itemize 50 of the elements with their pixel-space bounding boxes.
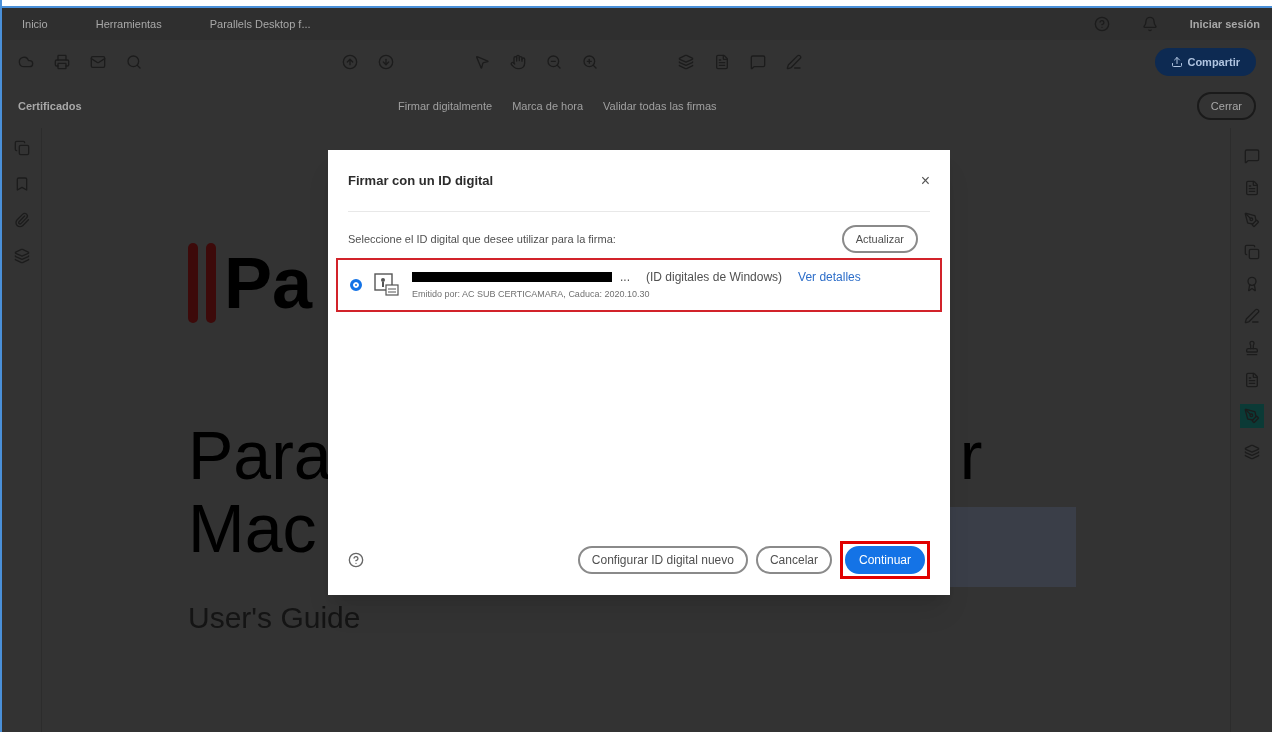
- id-name: ...: [620, 269, 630, 287]
- zoom-in-icon[interactable]: [582, 54, 598, 70]
- radio-button[interactable]: [350, 279, 362, 291]
- pen-icon[interactable]: [1243, 212, 1260, 228]
- layers-icon[interactable]: [1243, 444, 1260, 460]
- close-button[interactable]: ×: [920, 168, 930, 193]
- search-icon[interactable]: [126, 54, 142, 70]
- certificate-tool[interactable]: Validar todas las firmas: [603, 97, 717, 115]
- hand-icon[interactable]: [510, 54, 526, 70]
- refresh-button[interactable]: Actualizar: [841, 225, 918, 253]
- document-icon[interactable]: [714, 54, 730, 70]
- pen-icon[interactable]: [1243, 308, 1260, 324]
- digital-id-row[interactable]: ... (ID digitales de Windows) Ver detalles Emitido por: AC SUB CERTICAMARA, Caduca: 2020.10.30: [336, 258, 942, 312]
- pen-icon[interactable]: [1243, 408, 1260, 424]
- dialog-button[interactable]: Cancelar: [755, 546, 832, 574]
- comment-icon[interactable]: [750, 54, 766, 70]
- zoom-out-icon[interactable]: [546, 54, 562, 70]
- help-icon[interactable]: [348, 552, 364, 568]
- layout-icon[interactable]: [678, 54, 694, 70]
- prompt-text: Seleccione el ID digital que desee utilizar para la firma:: [348, 231, 617, 247]
- pages-icon[interactable]: [1243, 244, 1260, 260]
- certificate-tool[interactable]: Marca de hora: [512, 97, 584, 115]
- app-tab[interactable]: Parallels Desktop f...: [201, 11, 319, 37]
- panel-title: Certificados: [18, 98, 83, 114]
- logo-bars-icon: [188, 243, 216, 323]
- cloud-icon[interactable]: [18, 54, 34, 70]
- sign-in-link[interactable]: Iniciar sesión: [1189, 15, 1260, 33]
- document-icon[interactable]: [1243, 372, 1260, 388]
- issuer-text: Emitido por: AC SUB CERTICAMARA, Caduca: 2020.10.30: [412, 288, 651, 302]
- dialog-title: Firmar con un ID digital: [348, 171, 495, 190]
- app-tab[interactable]: Inicio: [14, 11, 56, 37]
- pointer-icon[interactable]: [474, 54, 490, 70]
- comment-icon[interactable]: [1243, 148, 1260, 164]
- continue-button[interactable]: Continuar: [844, 546, 925, 574]
- pen-icon[interactable]: [786, 54, 802, 70]
- pages-icon[interactable]: [13, 140, 30, 156]
- layers-icon[interactable]: [13, 248, 30, 264]
- close-panel-button[interactable]: Cerrar: [1196, 92, 1256, 120]
- certificate-tool[interactable]: Firmar digitalmente: [398, 97, 493, 115]
- app-tab[interactable]: Herramientas: [87, 11, 170, 37]
- certificate-icon: [374, 273, 400, 297]
- upload-icon: [1171, 56, 1184, 68]
- share-button[interactable]: Compartir: [1155, 48, 1256, 76]
- dialog-button[interactable]: Configurar ID digital nuevo: [577, 546, 748, 574]
- print-icon[interactable]: [54, 54, 70, 70]
- id-store: (ID digitales de Windows): [646, 269, 783, 287]
- attachment-icon[interactable]: [13, 212, 30, 228]
- stamp-icon[interactable]: [1243, 340, 1260, 356]
- document-icon[interactable]: [1243, 180, 1260, 196]
- details-link[interactable]: Ver detalles: [798, 268, 861, 287]
